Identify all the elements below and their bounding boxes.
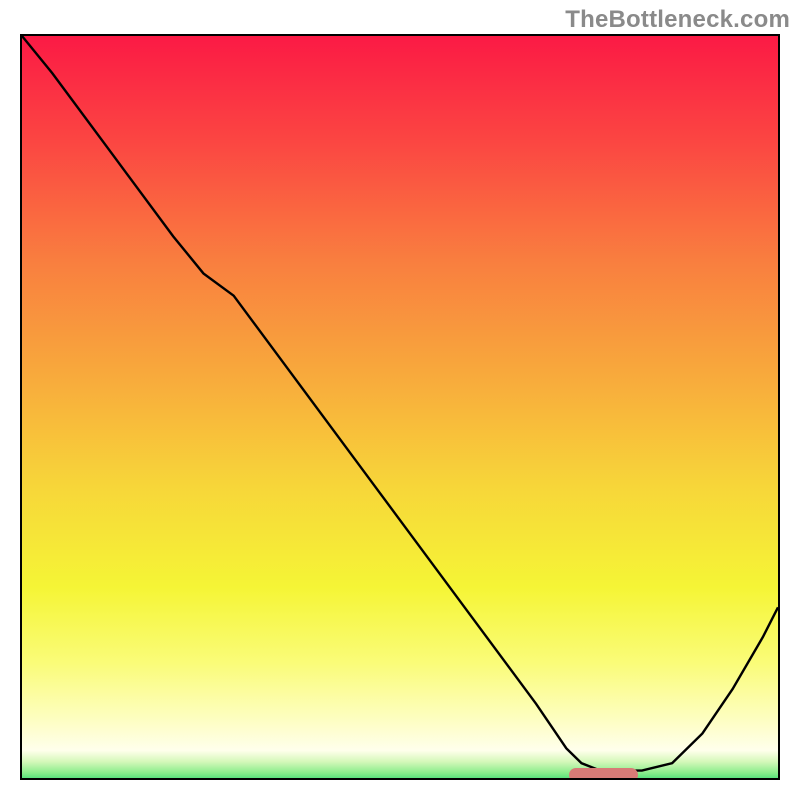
watermark-text: TheBottleneck.com bbox=[565, 6, 790, 34]
optimum-range-marker bbox=[569, 768, 637, 781]
plot-frame bbox=[20, 34, 780, 780]
chart-container: TheBottleneck.com bbox=[0, 0, 800, 800]
bottleneck-curve bbox=[22, 36, 778, 778]
